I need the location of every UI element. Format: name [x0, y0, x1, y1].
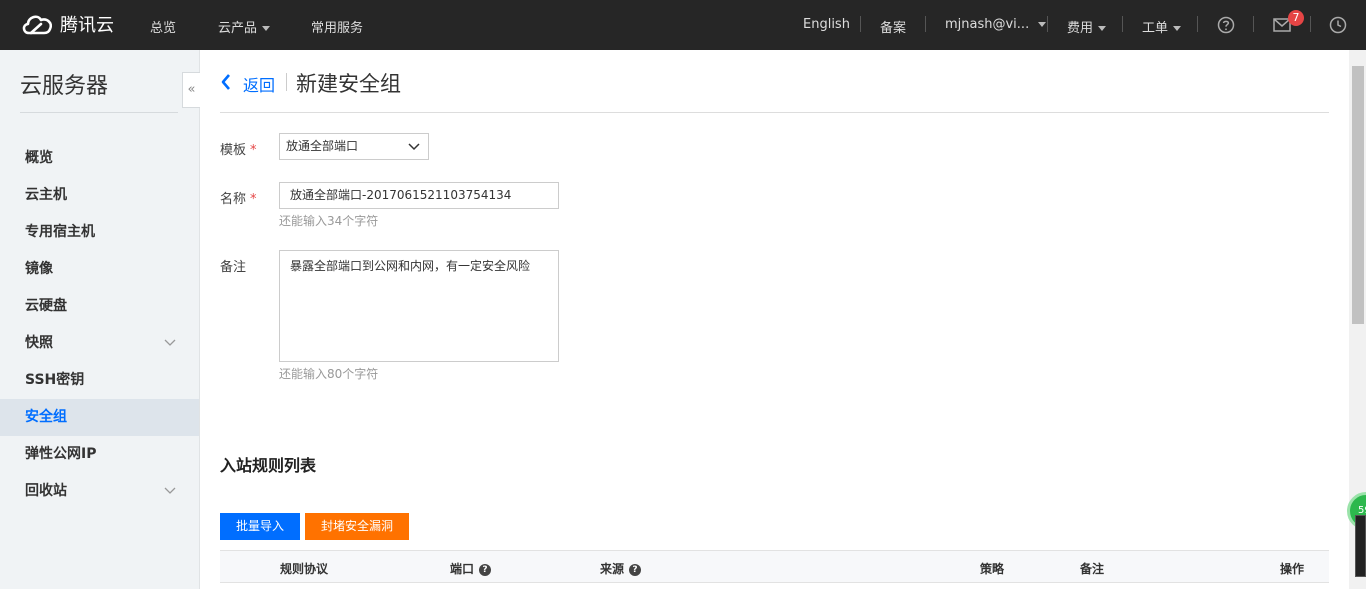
sidebar-title: 云服务器 — [20, 74, 109, 99]
sidebar-item-label: 云硬盘 — [25, 298, 67, 314]
filing-link[interactable]: 备案 — [880, 17, 906, 36]
message-count-badge: 7 — [1288, 10, 1304, 26]
sidebar-item-label: 安全组 — [25, 409, 67, 425]
remark-label: 备注 — [220, 260, 247, 275]
template-label: 模板 * — [220, 139, 257, 158]
billing-label: 费用 — [1067, 21, 1094, 36]
scrollbar-thumb[interactable] — [1352, 66, 1364, 324]
template-label-text: 模板 — [220, 143, 247, 158]
brand-logo[interactable]: 腾讯云 — [20, 11, 114, 37]
divider — [1122, 16, 1123, 32]
back-link[interactable]: 返回 — [243, 72, 275, 96]
top-navigation-bar: 腾讯云 总览 云产品 常用服务 English 备案 mjnash@vi... … — [0, 0, 1366, 50]
chevron-down-icon — [262, 26, 271, 31]
brand-name: 腾讯云 — [60, 15, 114, 36]
column-port-label: 端口 — [450, 562, 475, 576]
required-mark: * — [250, 192, 257, 207]
tickets-label: 工单 — [1142, 21, 1169, 36]
back-arrow-icon[interactable] — [219, 70, 233, 94]
sidebar-item-snapshots[interactable]: 快照 — [0, 325, 199, 362]
page-title: 新建安全组 — [296, 72, 401, 96]
billing-menu[interactable]: 费用 — [1067, 17, 1107, 36]
account-menu[interactable]: mjnash@vi... — [945, 17, 1047, 32]
sidebar-item-label: 快照 — [25, 335, 53, 351]
remark-textarea[interactable]: 暴露全部端口到公网和内网，有一定安全风险 — [279, 250, 559, 362]
sidebar-item-label: 镜像 — [25, 261, 53, 277]
chevron-down-icon — [164, 487, 176, 494]
account-name: mjnash@vi... — [945, 17, 1030, 32]
nav-overview[interactable]: 总览 — [150, 17, 176, 36]
nav-cloud-products[interactable]: 云产品 — [218, 17, 271, 36]
sidebar-item-label: 回收站 — [25, 483, 67, 499]
template-select[interactable]: 放通全部端口 — [279, 133, 429, 160]
sidebar-item-dedicated-hosts[interactable]: 专用宿主机 — [0, 214, 199, 251]
sidebar-item-label: 云主机 — [25, 187, 67, 203]
column-source: 来源? — [600, 560, 642, 577]
sidebar-item-elastic-ip[interactable]: 弹性公网IP — [0, 436, 199, 473]
name-char-hint: 还能输入34个字符 — [279, 214, 379, 228]
cloud-logo-icon — [22, 15, 53, 35]
required-mark: * — [250, 143, 257, 158]
sidebar-item-security-groups[interactable]: 安全组 — [0, 399, 199, 436]
floating-widget-bar — [1355, 515, 1366, 577]
sidebar-item-overview[interactable]: 概览 — [0, 140, 199, 177]
chevron-down-icon — [164, 339, 176, 346]
chevron-down-icon — [1038, 22, 1047, 27]
column-policy: 策略 — [980, 562, 1005, 576]
divider — [1253, 16, 1254, 32]
name-label: 名称 * — [220, 188, 257, 207]
divider — [1197, 16, 1198, 32]
divider — [1047, 16, 1048, 32]
column-actions: 操作 — [1280, 562, 1305, 576]
chevron-down-icon — [1098, 26, 1107, 31]
chevron-down-icon — [1173, 26, 1182, 31]
sidebar: 云服务器 « 概览 云主机 专用宿主机 镜像 云硬盘 快照 SSH密钥 安全组 … — [0, 50, 200, 589]
column-source-label: 来源 — [600, 562, 625, 576]
sidebar-item-recycle-bin[interactable]: 回收站 — [0, 473, 199, 510]
sidebar-item-instances[interactable]: 云主机 — [0, 177, 199, 214]
template-selected-value: 放通全部端口 — [286, 139, 359, 153]
sidebar-item-ssh-keys[interactable]: SSH密钥 — [0, 362, 199, 399]
block-vulnerabilities-button[interactable]: 封堵安全漏洞 — [305, 513, 409, 540]
nav-cloud-products-label: 云产品 — [218, 21, 258, 36]
language-switch[interactable]: English — [803, 17, 850, 32]
column-remark: 备注 — [1080, 562, 1105, 576]
help-icon[interactable]: ? — [479, 563, 492, 576]
batch-import-button[interactable]: 批量导入 — [220, 513, 300, 540]
sidebar-item-label: 专用宿主机 — [25, 224, 95, 240]
divider — [220, 112, 1329, 113]
collapse-sidebar-button[interactable]: « — [182, 72, 200, 108]
divider — [860, 16, 861, 32]
divider — [1310, 16, 1311, 32]
sidebar-item-label: 弹性公网IP — [25, 446, 97, 462]
chevron-down-icon — [408, 143, 420, 151]
tickets-menu[interactable]: 工单 — [1142, 17, 1182, 36]
divider — [925, 16, 926, 32]
divider — [286, 73, 287, 91]
remark-char-hint: 还能输入80个字符 — [279, 367, 379, 381]
rules-table-header: 规则协议 端口? 来源? 策略 备注 操作 — [220, 550, 1329, 583]
clock-icon[interactable] — [1329, 16, 1347, 34]
nav-common-services[interactable]: 常用服务 — [311, 17, 363, 36]
column-protocol: 规则协议 — [280, 562, 329, 576]
sidebar-item-label: SSH密钥 — [25, 372, 85, 388]
inbound-rules-title: 入站规则列表 — [220, 456, 317, 475]
sidebar-item-cloud-disks[interactable]: 云硬盘 — [0, 288, 199, 325]
name-field[interactable]: 放通全部端口-20170615211037541​34 — [279, 182, 559, 209]
help-icon[interactable]: ? — [629, 563, 642, 576]
divider — [20, 112, 178, 113]
sidebar-item-label: 概览 — [25, 150, 53, 166]
sidebar-item-images[interactable]: 镜像 — [0, 251, 199, 288]
name-label-text: 名称 — [220, 192, 247, 207]
column-port: 端口? — [450, 560, 492, 577]
help-icon[interactable] — [1217, 16, 1235, 34]
